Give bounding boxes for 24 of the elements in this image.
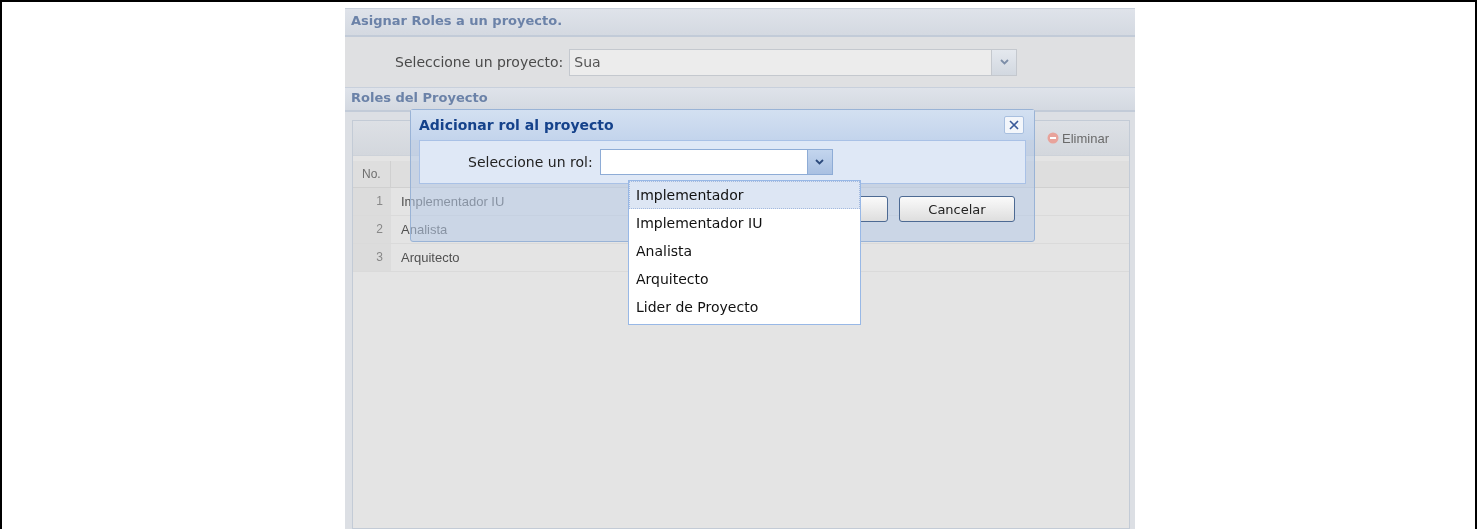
dropdown-option[interactable]: Implementador IU [629, 209, 860, 237]
project-combo[interactable]: Sua [569, 48, 1018, 76]
field-label: Seleccione un rol: [468, 154, 593, 170]
row-number: 3 [353, 244, 391, 271]
dropdown-trigger-icon[interactable] [806, 150, 832, 174]
panel-title: Roles del Proyecto [345, 87, 1135, 112]
close-button[interactable] [1004, 116, 1024, 134]
delete-button[interactable]: Eliminar [1047, 130, 1109, 146]
row-number: 2 [353, 216, 391, 243]
column-header[interactable]: No. [353, 161, 391, 187]
close-icon [1009, 120, 1019, 130]
dialog-title: Adicionar rol al proyecto [419, 117, 614, 133]
dropdown-option[interactable]: Arquitecto [629, 265, 860, 293]
panel-title: Asignar Roles a un proyecto. [345, 8, 1135, 37]
delete-icon [1047, 132, 1060, 144]
dropdown-option[interactable]: Lider de Proyecto [629, 293, 860, 321]
table-cell-text: Implementador IU [400, 193, 505, 211]
table-cell-text: Analista [400, 221, 448, 239]
row-number: 1 [353, 188, 391, 215]
table-cell-text: Arquitecto [400, 249, 460, 267]
field-label: Seleccione un proyecto: [395, 54, 564, 70]
dropdown-option[interactable]: Analista [629, 237, 860, 265]
cancel-button[interactable]: Cancelar [899, 196, 1015, 222]
dropdown-option[interactable]: Implementador [629, 181, 860, 209]
